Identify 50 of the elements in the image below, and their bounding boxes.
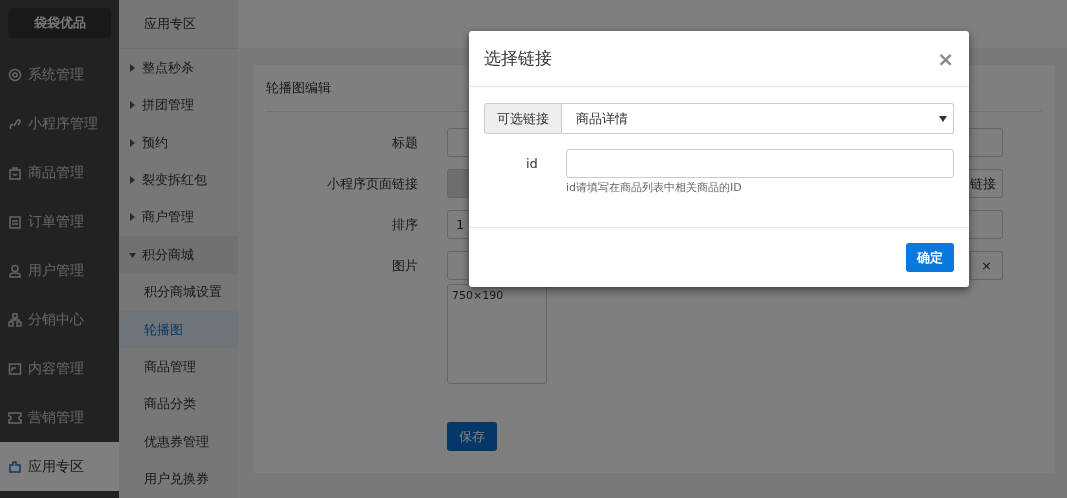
caret-down-icon	[129, 250, 136, 259]
caret-right-icon	[129, 176, 136, 185]
field-label: 图片	[391, 257, 418, 275]
sidebar-item[interactable]: 应用专区	[0, 442, 119, 491]
brand-logo: 袋袋优品	[8, 8, 111, 38]
gear-icon	[8, 67, 22, 82]
caret-right-icon	[129, 138, 136, 147]
submenu-group[interactable]: 积分商城	[119, 236, 238, 274]
sidebar-item[interactable]: 商品管理	[0, 148, 119, 197]
sidebar-item[interactable]: 用户管理	[0, 246, 119, 295]
user-icon	[8, 263, 22, 278]
help-text: id请填写在商品列表中相关商品的ID	[566, 180, 743, 195]
field-label: 小程序页面链接	[326, 175, 418, 193]
caret-right-icon	[129, 101, 136, 110]
submenu-item[interactable]: 商品管理	[119, 348, 238, 386]
confirm-button[interactable]: 确定	[906, 243, 954, 272]
submenu-item[interactable]: 商品分类	[119, 385, 238, 424]
link-select[interactable]: 商品详情	[562, 103, 954, 134]
ticket-icon	[8, 410, 22, 425]
submenu-item[interactable]: 优惠券管理	[119, 423, 238, 461]
sidebar-item[interactable]: 营销管理	[0, 393, 119, 442]
select-label: 可选链接	[484, 103, 562, 134]
caret-down-icon	[939, 115, 947, 122]
field-label: 排序	[391, 216, 418, 234]
document-icon	[8, 361, 22, 376]
link-icon	[8, 116, 22, 131]
submenu-group[interactable]: 预约	[119, 124, 238, 162]
field-label: 标题	[391, 134, 418, 152]
submenu-item[interactable]: 用户兑换券	[119, 460, 238, 498]
submenu-group[interactable]: 商户管理	[119, 198, 238, 237]
puzzle-icon	[8, 459, 22, 474]
sidebar-item[interactable]: 订单管理	[0, 197, 119, 246]
sidebar-item[interactable]: 内容管理	[0, 344, 119, 393]
network-icon	[8, 312, 22, 327]
sidebar-item[interactable]: 系统管理	[0, 50, 119, 99]
sidebar-item[interactable]: 分销中心	[0, 295, 119, 344]
sidebar-item[interactable]: 小程序管理	[0, 99, 119, 148]
submenu-group[interactable]: 裂变拆红包	[119, 161, 238, 199]
id-field[interactable]	[566, 149, 954, 178]
submenu-item[interactable]: 轮播图	[119, 310, 238, 349]
bag-icon	[8, 165, 22, 180]
clipboard-icon	[8, 214, 22, 229]
caret-right-icon	[129, 213, 136, 222]
caret-right-icon	[129, 63, 136, 72]
submenu-item[interactable]: 积分商城设置	[119, 273, 238, 311]
save-button[interactable]: 保存	[447, 422, 497, 451]
submenu-group[interactable]: 拼团管理	[119, 86, 238, 124]
submenu-group[interactable]: 整点秒杀	[119, 49, 238, 87]
field-label: id	[525, 155, 539, 173]
clear-button[interactable]: ×	[971, 251, 1003, 280]
